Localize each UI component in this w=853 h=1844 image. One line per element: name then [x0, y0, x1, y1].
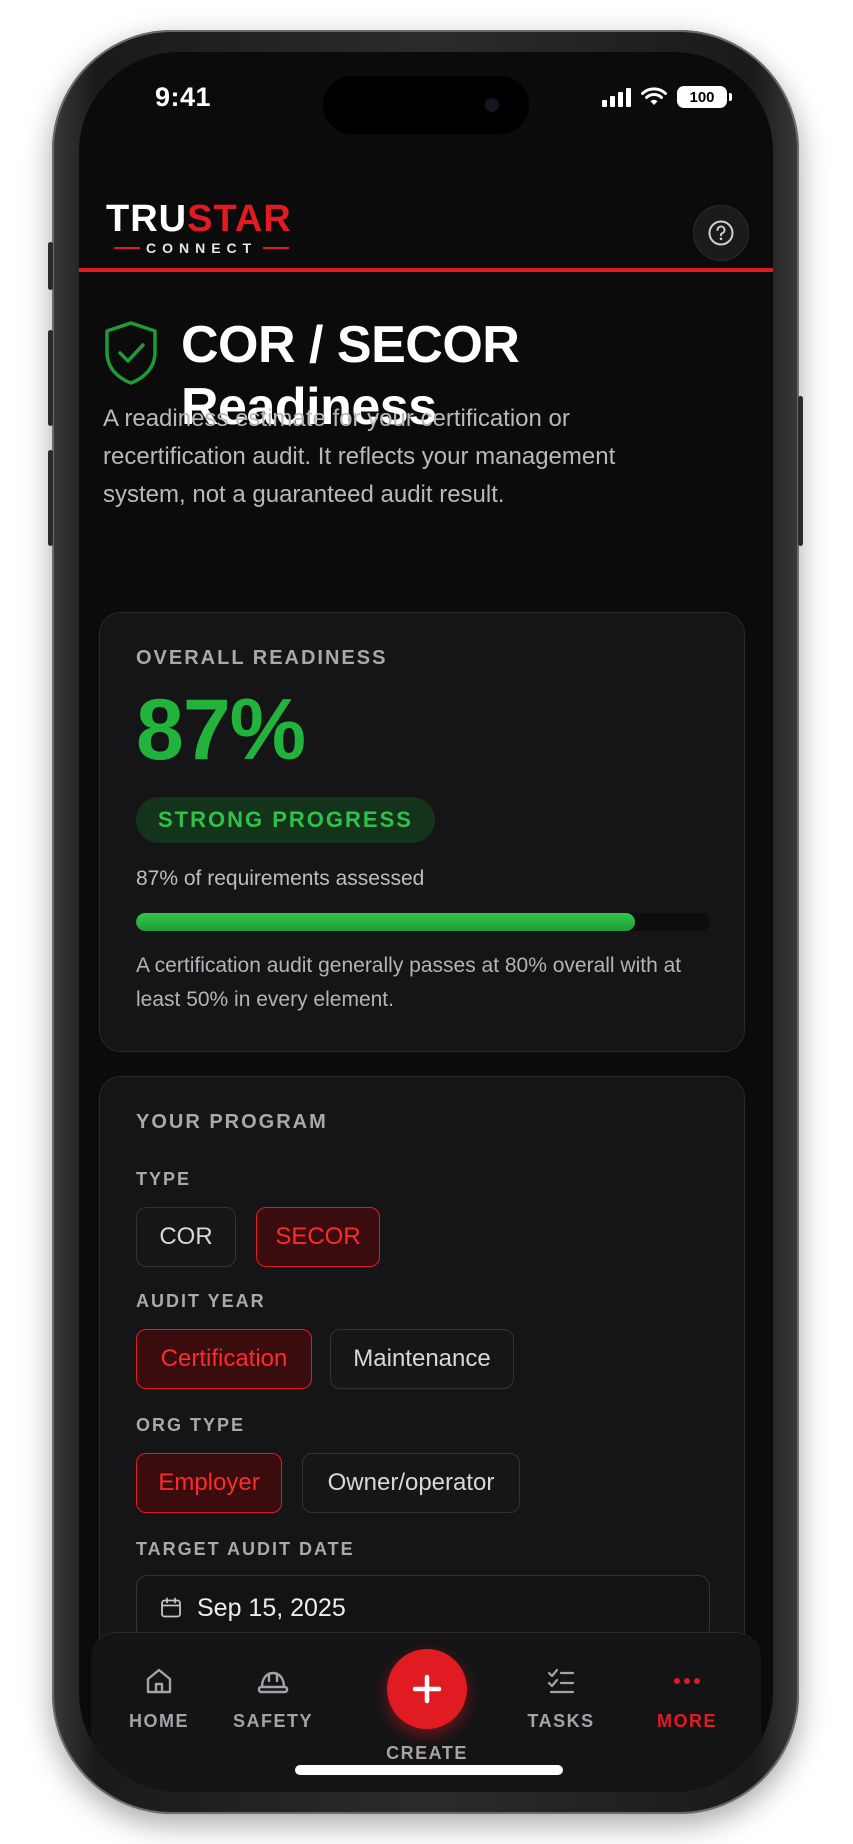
- org-type-label: ORG TYPE: [136, 1415, 246, 1435]
- signal-icon: [602, 87, 631, 107]
- logo-subtitle: CONNECT: [106, 240, 292, 256]
- home-indicator[interactable]: [295, 1765, 563, 1775]
- checklist-icon: [547, 1668, 575, 1694]
- tab-safety[interactable]: SAFETY: [213, 1665, 333, 1732]
- assessed-text: 87% of requirements assessed: [136, 867, 425, 890]
- type-option-secor[interactable]: SECOR: [256, 1207, 380, 1267]
- calendar-icon: [161, 1597, 181, 1618]
- tab-home[interactable]: HOME: [99, 1665, 219, 1732]
- tab-tasks[interactable]: TASKS: [501, 1665, 621, 1732]
- camera-icon: [485, 98, 499, 112]
- tab-safety-label: SAFETY: [232, 1711, 313, 1731]
- logo-star: STAR: [187, 198, 292, 240]
- volume-down-button: [48, 450, 53, 546]
- tab-create-label: CREATE: [386, 1743, 468, 1763]
- home-icon: [146, 1668, 172, 1694]
- target-date-label: TARGET AUDIT DATE: [136, 1539, 355, 1559]
- wifi-icon: [641, 87, 667, 105]
- trustar-logo[interactable]: TRUSTAR CONNECT: [106, 200, 292, 256]
- type-option-cor[interactable]: COR: [136, 1207, 236, 1267]
- readiness-percent: 87%: [136, 682, 306, 778]
- logo-line-right: [263, 247, 290, 249]
- create-button[interactable]: [387, 1649, 467, 1729]
- tab-more-label: MORE: [657, 1711, 717, 1731]
- silent-switch: [48, 242, 53, 290]
- hardhat-icon: [257, 1671, 289, 1694]
- readiness-card: OVERALL READINESS 87% STRONG PROGRESS 87…: [99, 612, 745, 1052]
- intro-text: A readiness estimate for your certificat…: [103, 405, 616, 508]
- tab-home-label: HOME: [129, 1711, 189, 1731]
- question-circle-icon: [708, 220, 734, 246]
- type-label: TYPE: [136, 1169, 192, 1189]
- readiness-progress-fill: [136, 913, 636, 931]
- readiness-label: OVERALL READINESS: [136, 647, 388, 669]
- audit-year-option-maintenance[interactable]: Maintenance: [330, 1329, 514, 1389]
- program-card: YOUR PROGRAM TYPE COR SECOR AUDIT YEAR C…: [99, 1076, 745, 1670]
- tab-create[interactable]: CREATE: [367, 1649, 487, 1764]
- status-badge: STRONG PROGRESS: [136, 797, 435, 843]
- audit-year-label: AUDIT YEAR: [136, 1291, 266, 1311]
- shield-check-icon: [105, 321, 157, 385]
- dynamic-island: [323, 76, 529, 134]
- volume-up-button: [48, 330, 53, 426]
- power-button: [798, 396, 803, 546]
- org-type-option-employer[interactable]: Employer: [136, 1453, 282, 1513]
- pass-criteria-note: A certification audit generally passes a…: [136, 954, 682, 1011]
- readiness-progress-bar: [136, 913, 710, 931]
- more-dots-icon: [674, 1678, 700, 1684]
- help-button[interactable]: [693, 205, 749, 261]
- status-time: 9:41: [155, 82, 212, 112]
- org-type-option-owner-operator[interactable]: Owner/operator: [302, 1453, 520, 1513]
- program-label: YOUR PROGRAM: [136, 1111, 328, 1133]
- plus-icon: [412, 1674, 442, 1704]
- target-date-value: Sep 15, 2025: [197, 1593, 346, 1622]
- logo-wordmark: TRUSTAR: [106, 200, 292, 238]
- tab-more[interactable]: MORE: [627, 1665, 747, 1732]
- battery-icon: 100: [677, 86, 732, 108]
- page-title-line1: COR / SECOR: [181, 316, 520, 374]
- logo-tru: TRU: [106, 198, 188, 240]
- audit-year-option-certification[interactable]: Certification: [136, 1329, 312, 1389]
- status-icons: 100: [602, 86, 732, 108]
- tab-tasks-label: TASKS: [527, 1711, 595, 1731]
- logo-connect: CONNECT: [146, 240, 258, 256]
- logo-line-left: [114, 247, 140, 249]
- screen: 9:41 100 TRUSTAR CONNECT COR / SECOR Rea…: [79, 52, 773, 1792]
- app-header: TRUSTAR CONNECT: [79, 152, 773, 272]
